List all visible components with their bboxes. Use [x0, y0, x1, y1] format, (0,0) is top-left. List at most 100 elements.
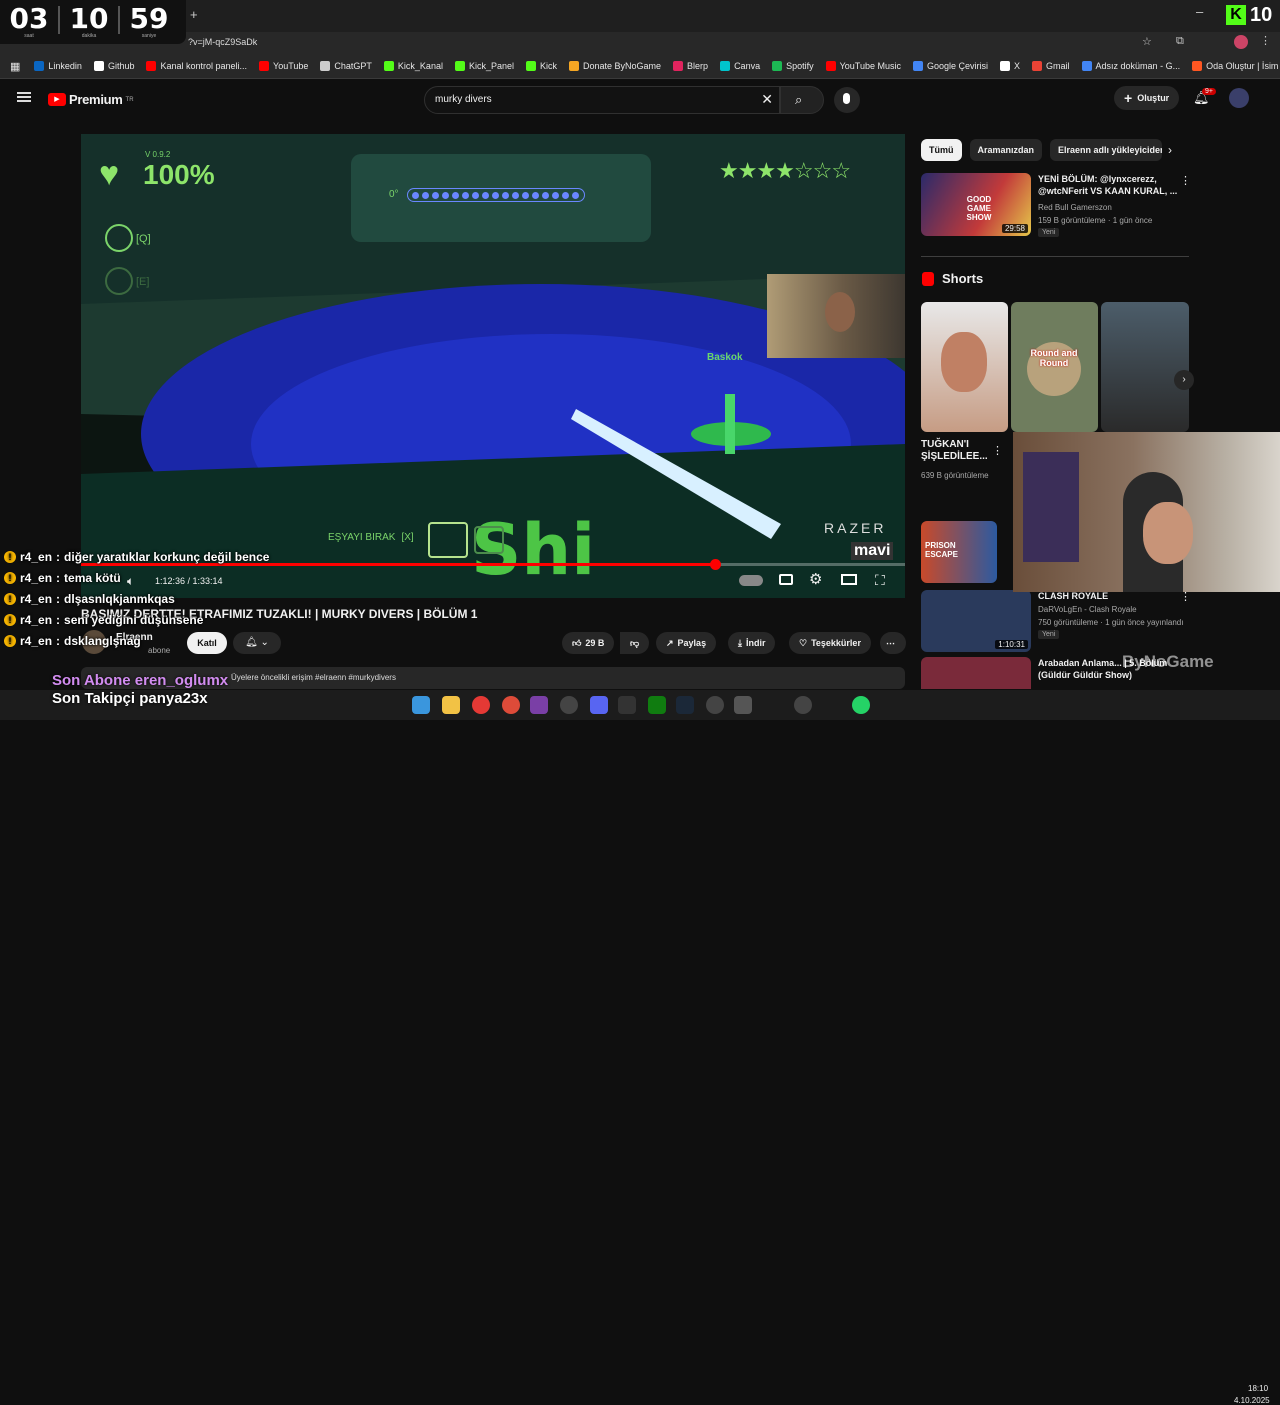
voice-search-button[interactable]	[834, 87, 860, 113]
rec-channel-2[interactable]: DaRVoLgEn - Clash Royale	[1038, 604, 1137, 616]
video-player[interactable]: Shi V 0.9.2 ♥ 100% [Q] [E] 0° ★★★★☆☆☆ Ba…	[81, 134, 905, 598]
bookmark-item[interactable]: Linkedin	[34, 61, 82, 71]
chat-message: ! r4_en: tema kötü	[4, 571, 269, 585]
minimize-button[interactable]: –	[1196, 4, 1203, 19]
autoplay-toggle[interactable]	[739, 575, 763, 586]
share-button[interactable]: ↗ Paylaş	[656, 632, 717, 654]
thumbs-down-icon: 👎︎	[630, 637, 640, 648]
visual-studio-icon[interactable]	[530, 696, 548, 714]
steam-icon[interactable]	[676, 696, 694, 714]
oxygen-dot	[542, 191, 549, 199]
short-title-1[interactable]: TUĞKAN'I ŞİŞLEDİLEE...	[921, 439, 993, 463]
whatsapp-icon[interactable]	[852, 696, 870, 714]
last-subscriber: Son Abone eren_oglumx	[52, 672, 229, 689]
thanks-button[interactable]: ♡ Teşekkürler	[789, 632, 871, 654]
epic-games-icon[interactable]	[618, 696, 636, 714]
kick-logo-icon: K	[1226, 5, 1246, 25]
short-views-1: 639 B görüntüleme	[921, 471, 989, 480]
create-button[interactable]: + Oluştur	[1114, 86, 1180, 110]
timer-seconds: 59 saniye	[129, 2, 169, 39]
clear-search-icon[interactable]: ✕	[761, 91, 773, 108]
bookmark-item[interactable]: Kick_Panel	[454, 61, 514, 71]
download-button[interactable]: ⤓ İndir	[728, 632, 776, 654]
bookmark-item[interactable]: X	[1000, 61, 1020, 71]
chevron-right-icon[interactable]: ›	[1168, 143, 1172, 157]
oxygen-dot	[472, 191, 479, 199]
taskbar-date[interactable]: 4.10.2025	[1234, 1396, 1270, 1405]
oxygen-dot	[552, 191, 559, 199]
rec-thumbnail-1[interactable]: GOOD GAME SHOW 29:58	[921, 173, 1031, 236]
more-actions-button[interactable]: ⋯	[880, 632, 906, 654]
subtitles-icon[interactable]	[779, 574, 793, 585]
bookmark-item[interactable]: Github	[93, 61, 134, 71]
bookmark-icon	[320, 61, 331, 71]
bookmark-item[interactable]: Kick_Kanal	[383, 61, 443, 71]
account-avatar[interactable]	[1229, 88, 1249, 108]
chip-from-search[interactable]: Aramanızdan	[969, 139, 1043, 161]
menu-icon[interactable]: ⋮	[1260, 34, 1271, 47]
oxygen-dot	[502, 191, 509, 199]
ability-q-key: [Q]	[136, 233, 151, 245]
star-icon[interactable]: ☆	[1142, 35, 1152, 48]
browser-tab-strip: + – K 10	[0, 0, 1280, 32]
obs-icon[interactable]	[706, 696, 724, 714]
windows-start-icon[interactable]	[412, 696, 430, 714]
chip-all[interactable]: Tümü	[921, 139, 962, 161]
search-button[interactable]: ⌕	[780, 86, 824, 114]
bookmark-item[interactable]: ChatGPT	[320, 61, 372, 71]
bookmark-item[interactable]: Gmail	[1032, 61, 1070, 71]
rec-thumbnail-prison[interactable]: PRISON ESCAPE	[921, 521, 997, 583]
shorts-next-button[interactable]: ›	[1174, 370, 1194, 390]
rec-title-1[interactable]: YENİ BÖLÜM: @lynxcerezz, @wtcNFerit VS K…	[1038, 173, 1178, 197]
settings-gear-icon[interactable]: ⚙	[809, 570, 822, 588]
discord-icon[interactable]	[590, 696, 608, 714]
chat-message: ! r4_en: dlşasnlqkjanmkqas	[4, 592, 269, 606]
new-tab-button[interactable]: +	[190, 7, 198, 22]
dislike-button[interactable]: 👎︎	[620, 632, 650, 654]
xbox-icon[interactable]	[648, 696, 666, 714]
app-icon[interactable]	[560, 696, 578, 714]
bookmark-item[interactable]: Google Çevirisi	[912, 61, 988, 71]
bookmark-item[interactable]: Oda Oluştur | İsim Ş...	[1192, 61, 1280, 71]
fullscreen-icon[interactable]: ⛶	[875, 572, 885, 589]
like-button[interactable]: 👍︎ 29 B	[562, 632, 615, 654]
short-thumbnail-3[interactable]	[1101, 302, 1189, 432]
unity-icon[interactable]	[734, 696, 752, 714]
theater-mode-icon[interactable]	[841, 574, 857, 585]
youtube-music-icon[interactable]	[472, 696, 490, 714]
rec-channel-1[interactable]: Red Bull Gamerszon	[1038, 202, 1112, 214]
taskbar-clock[interactable]: 18:10	[1248, 1384, 1268, 1393]
rating-stars: ★★★★☆☆☆	[719, 158, 851, 183]
profile-avatar[interactable]	[1234, 35, 1248, 49]
filter-chips: Tümü Aramanızdan Elraenn adlı yükleyicid…	[921, 139, 1163, 161]
extensions-icon[interactable]: ⧉	[1176, 35, 1184, 48]
bookmark-item[interactable]: Canva	[720, 61, 760, 71]
youtube-logo[interactable]: ▶ Premium TR	[48, 92, 134, 107]
player-tag: Baskok	[707, 352, 743, 363]
bookmark-item[interactable]: YouTube Music	[825, 61, 901, 71]
address-bar[interactable]: ?v=jM-qcZ9SaDk ☆ ⧉ ⋮	[0, 32, 1280, 54]
rec-thumbnail-3[interactable]	[921, 657, 1031, 689]
bookmark-item[interactable]: Spotify	[772, 61, 814, 71]
steelseries-icon[interactable]	[794, 696, 812, 714]
rec-thumbnail-2[interactable]: 1:10:31	[921, 590, 1031, 652]
bookmark-item[interactable]: Blerp	[673, 61, 708, 71]
hamburger-menu-icon[interactable]	[17, 92, 31, 102]
apps-icon[interactable]: ▦	[10, 60, 20, 73]
health-value: 100%	[143, 159, 215, 190]
chrome-icon[interactable]	[502, 696, 520, 714]
rec-more-icon[interactable]: ⋮	[1180, 174, 1191, 187]
chip-from-uploader[interactable]: Elraenn adlı yükleyiciden	[1050, 139, 1163, 161]
ability-q-icon	[105, 224, 133, 252]
file-explorer-icon[interactable]	[442, 696, 460, 714]
bookmark-item[interactable]: YouTube	[259, 61, 308, 71]
short-thumbnail-1[interactable]	[921, 302, 1008, 432]
short-more-icon[interactable]: ⋮	[992, 444, 1003, 457]
bookmark-item[interactable]: Donate ByNoGame	[569, 61, 661, 71]
search-input[interactable]: murky divers ✕	[424, 86, 780, 114]
bookmark-item[interactable]: Kick	[525, 61, 557, 71]
url-text[interactable]: ?v=jM-qcZ9SaDk	[188, 37, 257, 47]
bookmark-item[interactable]: Kanal kontrol paneli...	[146, 61, 247, 71]
bookmark-item[interactable]: Adsız doküman - G...	[1081, 61, 1180, 71]
short-thumbnail-2[interactable]: Round and Round	[1011, 302, 1098, 432]
